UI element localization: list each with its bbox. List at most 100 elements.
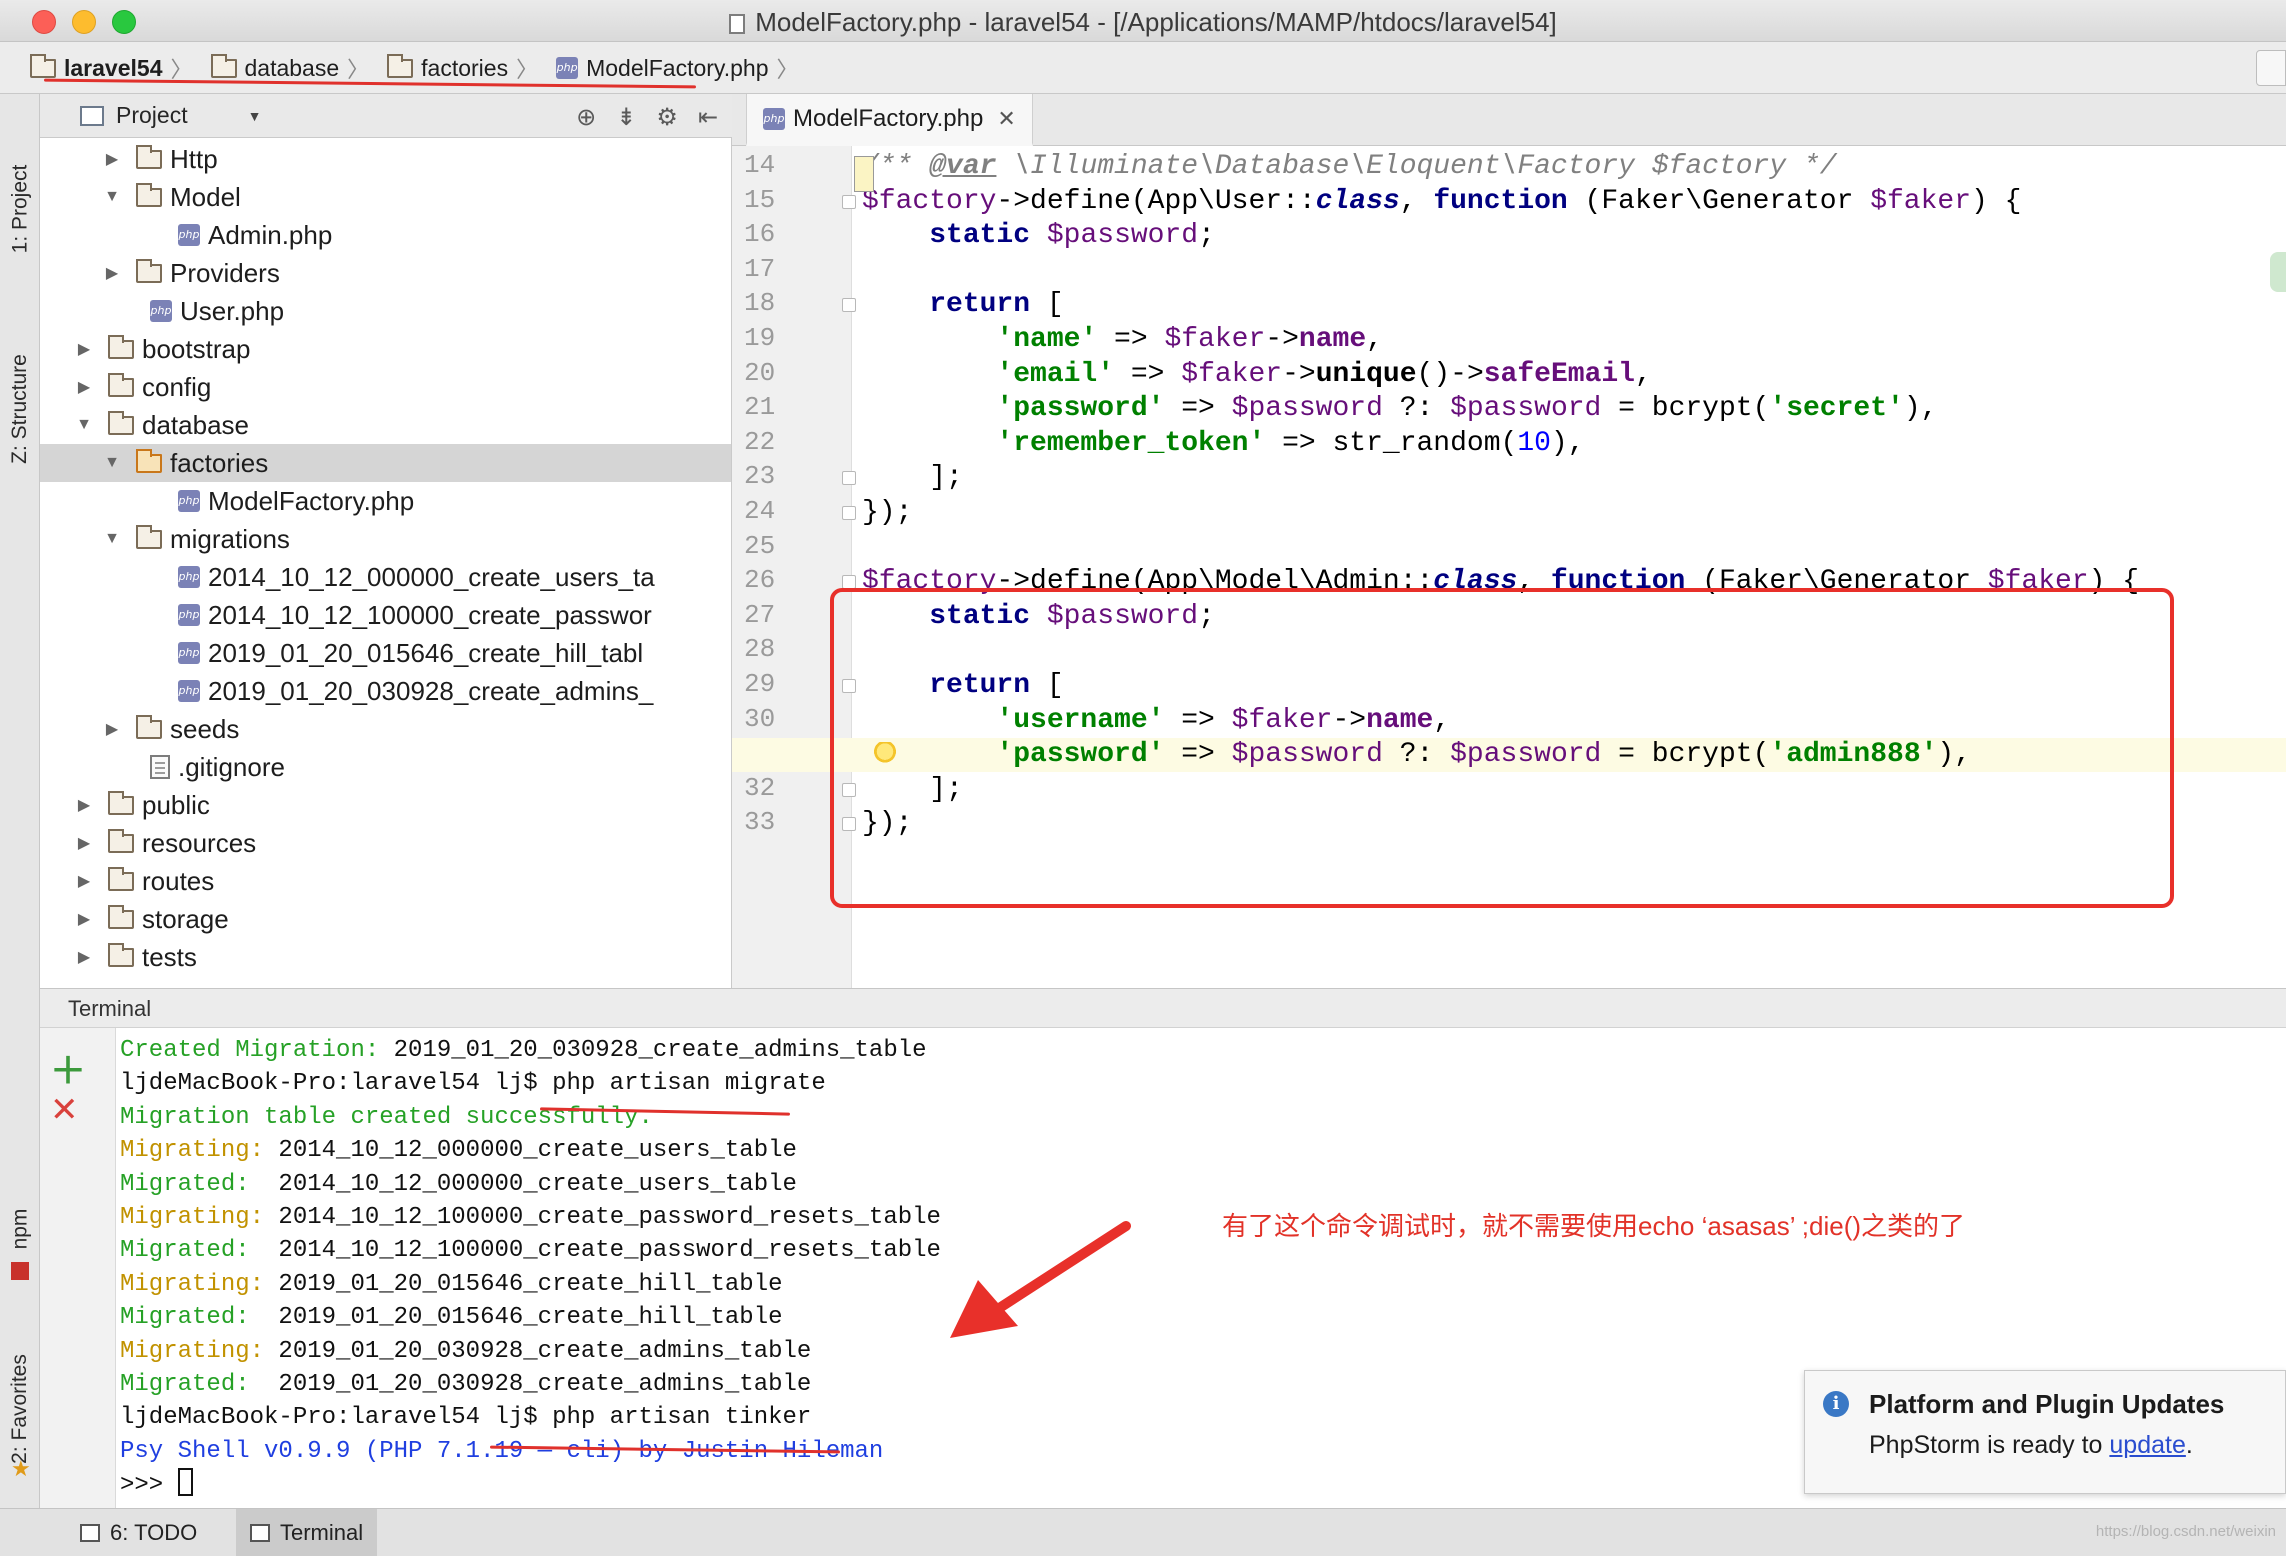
tree-item-label: seeds: [170, 713, 240, 744]
terminal-line: Migrated: 2014_10_12_100000_create_passw…: [120, 1237, 941, 1265]
close-session-icon[interactable]: ✕: [50, 1090, 79, 1130]
tool-tab-terminal[interactable]: Terminal: [236, 1509, 378, 1556]
tool-tab-project[interactable]: 1: Project: [4, 124, 36, 294]
annotation-text: 有了这个命令调试时，就不需要使用echo ‘asasas’ ;die()之类的了: [1222, 1211, 1966, 1241]
chevron-right-icon[interactable]: ▶: [102, 719, 122, 739]
collapse-all-icon[interactable]: ⇟: [616, 103, 636, 132]
hide-panel-icon[interactable]: ⇤: [698, 103, 718, 132]
terminal-line: Migrating: 2019_01_20_015646_create_hill…: [120, 1270, 783, 1298]
chevron-down-icon[interactable]: ▼: [102, 530, 122, 548]
code-line[interactable]: [862, 531, 2282, 565]
code-line[interactable]: static $password;: [862, 219, 2282, 253]
folder-icon: [387, 53, 414, 78]
chevron-right-icon[interactable]: ▶: [102, 149, 122, 169]
code-line[interactable]: [862, 254, 2282, 288]
tree-item[interactable]: ▶ bootstrap: [40, 330, 731, 368]
breadcrumb-item-database[interactable]: database 〉: [210, 52, 369, 84]
chevron-down-icon[interactable]: ▼: [74, 416, 94, 434]
project-panel-toolbar: ⊕ ⇟ ⚙ ⇤: [576, 103, 718, 132]
tree-item[interactable]: ▶ Providers: [40, 254, 731, 292]
chevron-right-icon[interactable]: ▶: [74, 871, 94, 891]
tree-item[interactable]: php 2019_01_20_030928_create_admins_: [40, 672, 731, 710]
chevron-right-icon[interactable]: ▶: [74, 339, 94, 359]
code-line[interactable]: 'password' => $password ?: $password = b…: [862, 392, 2282, 426]
code-line[interactable]: 'name' => $faker->name,: [862, 323, 2282, 357]
update-notification[interactable]: i Platform and Plugin Updates PhpStorm i…: [1804, 1370, 2286, 1494]
npm-icon: [11, 1262, 29, 1280]
folder-icon: [108, 866, 134, 891]
tree-item[interactable]: php 2014_10_12_000000_create_users_ta: [40, 558, 731, 596]
tree-item-label: database: [142, 409, 249, 440]
close-tab-icon[interactable]: ✕: [997, 106, 1015, 132]
code-line[interactable]: ];: [862, 461, 2282, 495]
chevron-right-icon[interactable]: ▶: [74, 947, 94, 967]
line-number: 20: [744, 357, 776, 388]
chevron-right-icon[interactable]: ▶: [74, 795, 94, 815]
terminal-line: Migrating: 2019_01_20_030928_create_admi…: [120, 1337, 812, 1365]
tree-item[interactable]: .gitignore: [40, 748, 731, 786]
code-line[interactable]: 'email' => $faker->unique()->safeEmail,: [862, 358, 2282, 392]
fold-marker-icon[interactable]: [842, 506, 856, 520]
tree-item[interactable]: php 2019_01_20_015646_create_hill_tabl: [40, 634, 731, 672]
chevron-down-icon[interactable]: ▼: [102, 454, 122, 472]
tree-item[interactable]: ▶ storage: [40, 900, 731, 938]
tree-item[interactable]: php User.php: [40, 292, 731, 330]
gear-icon[interactable]: ⚙: [656, 103, 678, 132]
run-config-dropdown[interactable]: [2256, 50, 2286, 86]
chevron-right-icon[interactable]: ▶: [102, 263, 122, 283]
tree-item[interactable]: ▼ factories: [40, 444, 731, 482]
code-line[interactable]: });: [862, 496, 2282, 530]
code-line[interactable]: /** @var \Illuminate\Database\Eloquent\F…: [862, 150, 2282, 184]
tree-item[interactable]: ▶ tests: [40, 938, 731, 976]
tree-item-label: Providers: [170, 257, 280, 288]
fold-marker-icon[interactable]: [842, 471, 856, 486]
tool-tab-todo[interactable]: 6: TODO: [66, 1509, 211, 1556]
folder-icon: [108, 790, 134, 815]
tab-modelfactory[interactable]: php ModelFactory.php ✕: [746, 94, 1033, 146]
document-icon: [729, 14, 746, 34]
tree-item[interactable]: php 2014_10_12_100000_create_passwor: [40, 596, 731, 634]
chevron-right-icon[interactable]: ▶: [74, 377, 94, 397]
project-panel-title[interactable]: Project: [116, 102, 188, 129]
tree-item[interactable]: ▶ public: [40, 786, 731, 824]
breadcrumb-item-modelfactory[interactable]: php ModelFactory.php 〉: [556, 52, 799, 84]
tree-item[interactable]: ▶ config: [40, 368, 731, 406]
tree-item[interactable]: php Admin.php: [40, 216, 731, 254]
breadcrumb-item-factories[interactable]: factories 〉: [387, 52, 538, 84]
tool-tab-label: Terminal: [280, 1520, 364, 1545]
tree-item-label: factories: [170, 447, 269, 478]
tool-tab-structure[interactable]: Z: Structure: [4, 324, 36, 494]
update-link[interactable]: update: [2109, 1431, 2185, 1459]
project-icon: [80, 105, 104, 126]
tree-item-label: 2019_01_20_015646_create_hill_tabl: [208, 637, 644, 668]
new-session-icon[interactable]: ＋: [50, 1042, 86, 1094]
folder-icon: [210, 53, 237, 78]
line-number: 24: [744, 496, 776, 526]
php-file-icon: php: [178, 566, 200, 588]
fold-marker-icon[interactable]: [842, 298, 856, 313]
tree-item[interactable]: php ModelFactory.php: [40, 482, 731, 520]
chevron-right-icon[interactable]: ▶: [74, 833, 94, 853]
chevron-right-icon[interactable]: ▶: [74, 909, 94, 929]
terminal-line: Migrating: 2014_10_12_100000_create_pass…: [120, 1204, 941, 1231]
tree-item[interactable]: ▶ seeds: [40, 710, 731, 748]
code-line[interactable]: 'remember_token' => str_random(10),: [862, 427, 2282, 461]
window-title: ModelFactory.php - laravel54 - [/Applica…: [0, 7, 2286, 38]
tree-item[interactable]: ▶ Http: [40, 140, 731, 178]
tree-item[interactable]: ▶ resources: [40, 824, 731, 862]
tool-tab-label: 2: Favorites: [8, 1354, 31, 1464]
chevron-down-icon[interactable]: ▼: [248, 108, 262, 124]
locate-icon[interactable]: ⊕: [576, 103, 596, 132]
php-file-icon: php: [763, 107, 785, 130]
tree-item[interactable]: ▼ database: [40, 406, 731, 444]
tree-item[interactable]: ▶ routes: [40, 862, 731, 900]
fold-marker-icon[interactable]: [842, 194, 856, 209]
terminal-line: Migrated: 2019_01_20_015646_create_hill_…: [120, 1304, 783, 1332]
code-line[interactable]: $factory->define(App\User::class, functi…: [862, 185, 2282, 219]
notification-text-end: .: [2185, 1431, 2193, 1459]
tree-item-label: Model: [170, 181, 241, 212]
chevron-down-icon[interactable]: ▼: [102, 188, 122, 206]
code-line[interactable]: return [: [862, 288, 2282, 322]
tree-item[interactable]: ▼ Model: [40, 178, 731, 216]
tree-item[interactable]: ▼ migrations: [40, 520, 731, 558]
